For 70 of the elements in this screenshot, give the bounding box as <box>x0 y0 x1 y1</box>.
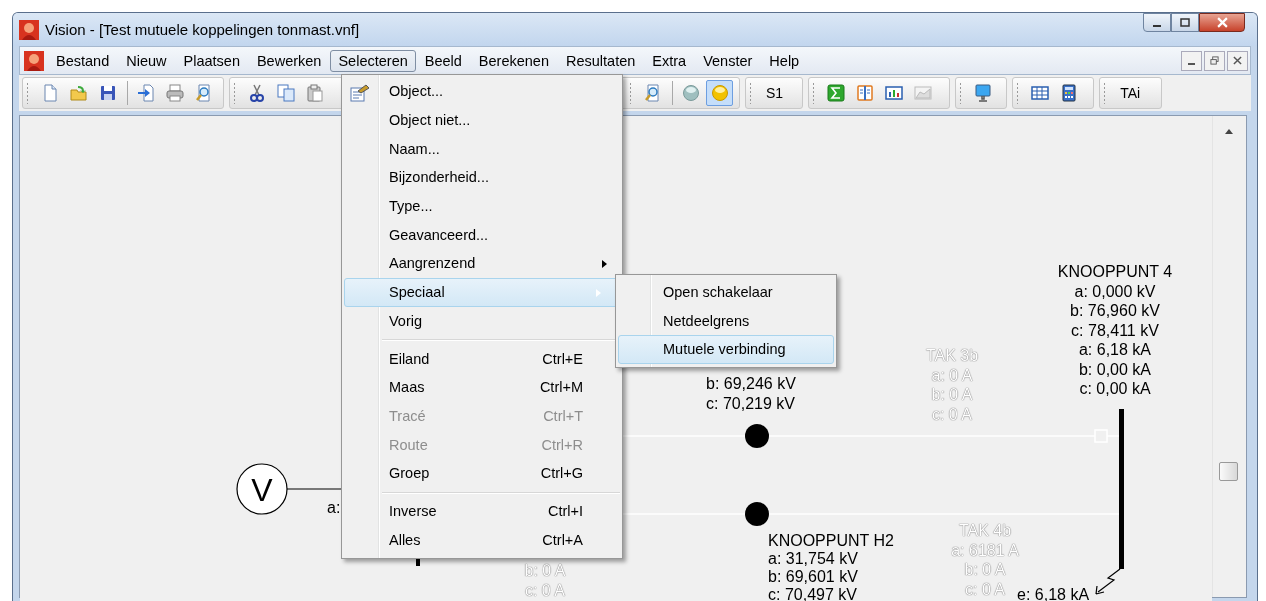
grip-handle[interactable] <box>1016 82 1020 104</box>
node-label: KNOOPPUNT 4 <box>1057 262 1173 282</box>
menu-item[interactable]: Extra <box>644 49 695 72</box>
menu-item[interactable]: Bijzonderheid... <box>344 163 620 192</box>
node-dot <box>745 502 769 526</box>
maximize-button[interactable] <box>1171 13 1199 32</box>
menu-item[interactable]: Mutuele verbinding <box>618 335 834 364</box>
app-logo-icon <box>19 19 39 40</box>
menu-item[interactable]: Maas Ctrl+M <box>344 372 620 402</box>
toolbar-button[interactable]: S1 <box>759 80 791 106</box>
window-title: Vision - [Test mutuele koppelingen tonmast.vnf] <box>45 21 360 38</box>
node-label: b: 76,960 kV <box>1069 301 1161 321</box>
menu-item[interactable]: Alles Ctrl+A <box>344 525 620 554</box>
toolbar-button[interactable]: TAi <box>1113 80 1148 106</box>
voltage-source-symbol: V <box>236 463 288 515</box>
menu-item[interactable]: Inverse Ctrl+I <box>344 496 620 526</box>
menu-item[interactable]: Aangrenzend <box>344 249 620 278</box>
menu-item[interactable]: Object niet... <box>344 105 620 135</box>
menu-item[interactable]: Geavanceerd... <box>344 220 620 250</box>
node-label: b: 0,00 kA <box>1077 359 1152 379</box>
node-label: b: 69,246 kV <box>706 374 796 394</box>
menu-item[interactable]: Open schakelaar <box>618 278 834 307</box>
node-dot <box>745 424 769 448</box>
restore-button[interactable] <box>1204 50 1225 71</box>
scroll-thumb[interactable] <box>1219 462 1238 481</box>
node-label: KNOOPPUNT H2 <box>768 532 894 550</box>
minimize-button[interactable] <box>1181 50 1202 71</box>
menu-item[interactable]: Bestand <box>48 49 118 72</box>
object-select-icon <box>350 83 370 103</box>
grip-handle[interactable] <box>26 82 29 104</box>
node-label: c: 78,411 kV <box>1070 320 1160 340</box>
grip-handle[interactable] <box>629 82 632 104</box>
menu-item[interactable]: Netdeelgrens <box>618 306 834 335</box>
menu-item[interactable]: Resultaten <box>558 49 644 72</box>
menu-item[interactable]: Type... <box>344 191 620 221</box>
menu-item[interactable]: Berekenen <box>470 49 557 72</box>
minimize-icon <box>1153 24 1161 27</box>
fault-arrow <box>1095 568 1121 595</box>
close-icon <box>1216 17 1228 28</box>
menu-item[interactable]: Groep Ctrl+G <box>344 458 620 488</box>
close-icon <box>1233 56 1242 65</box>
node-label: a: 31,754 kV <box>768 550 859 568</box>
document-logo-icon[interactable] <box>24 50 44 71</box>
node-label: a: <box>327 498 341 518</box>
grip-handle[interactable] <box>959 82 963 104</box>
menu-item[interactable]: Plaatsen <box>175 49 248 72</box>
grip-handle[interactable] <box>233 82 236 104</box>
menu-item[interactable]: Beeld <box>416 49 470 72</box>
minimize-button[interactable] <box>1143 13 1171 32</box>
node-label: c: 70,219 kV <box>706 393 796 413</box>
menu-item[interactable]: Nieuw <box>118 49 175 72</box>
node-label: b: 69,601 kV <box>768 568 859 586</box>
restore-icon <box>1210 56 1219 65</box>
close-button[interactable] <box>1227 50 1248 71</box>
menu-item[interactable]: Bewerken <box>248 49 330 72</box>
node-label: c: 0,00 kA <box>1078 379 1152 399</box>
scroll-up-icon[interactable] <box>1225 129 1233 134</box>
menu-item[interactable]: Naam... <box>344 134 620 164</box>
node-label: a: 6,18 kA <box>1077 340 1152 360</box>
menu-item[interactable]: Selecteren <box>330 49 416 72</box>
close-button[interactable] <box>1199 13 1245 32</box>
grip-handle[interactable] <box>1103 82 1107 104</box>
menu-item[interactable]: Help <box>761 49 808 72</box>
maximize-icon <box>1180 17 1190 28</box>
grip-handle[interactable] <box>812 82 816 104</box>
minimize-icon <box>1188 62 1195 65</box>
menu-item[interactable]: Object... <box>344 77 620 106</box>
node-label: a: 0,000 kV <box>1073 281 1157 301</box>
menu-item[interactable]: Venster <box>695 49 761 72</box>
grip-handle[interactable] <box>749 82 752 104</box>
